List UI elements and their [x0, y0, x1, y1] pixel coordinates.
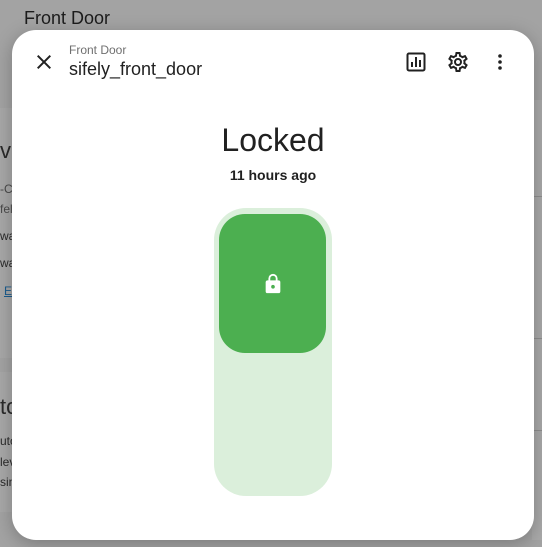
more-info-dialog: Front Door sifely_front_door Locked 11 h… — [12, 30, 534, 540]
more-vertical-icon — [498, 54, 502, 70]
background-text: fel — [0, 202, 13, 216]
page-title: Front Door — [24, 8, 111, 28]
gear-icon — [448, 52, 468, 72]
history-button[interactable] — [404, 50, 428, 74]
settings-button[interactable] — [446, 50, 470, 74]
lock-icon — [265, 273, 281, 294]
background-text: -C — [0, 182, 13, 196]
close-button[interactable] — [32, 50, 56, 74]
close-icon — [37, 55, 51, 69]
last-changed-text: 11 hours ago — [229, 167, 317, 183]
background-link: E — [4, 284, 13, 298]
lock-toggle-switch[interactable] — [214, 208, 332, 496]
dialog-title: sifely_front_door — [69, 59, 203, 79]
lock-state-text: Locked — [221, 122, 325, 158]
dialog-header: Front Door sifely_front_door — [12, 30, 534, 94]
more-options-button[interactable] — [488, 50, 512, 74]
lock-toggle-knob[interactable] — [219, 214, 326, 353]
history-chart-icon — [406, 52, 426, 72]
breadcrumb: Front Door — [69, 43, 127, 57]
